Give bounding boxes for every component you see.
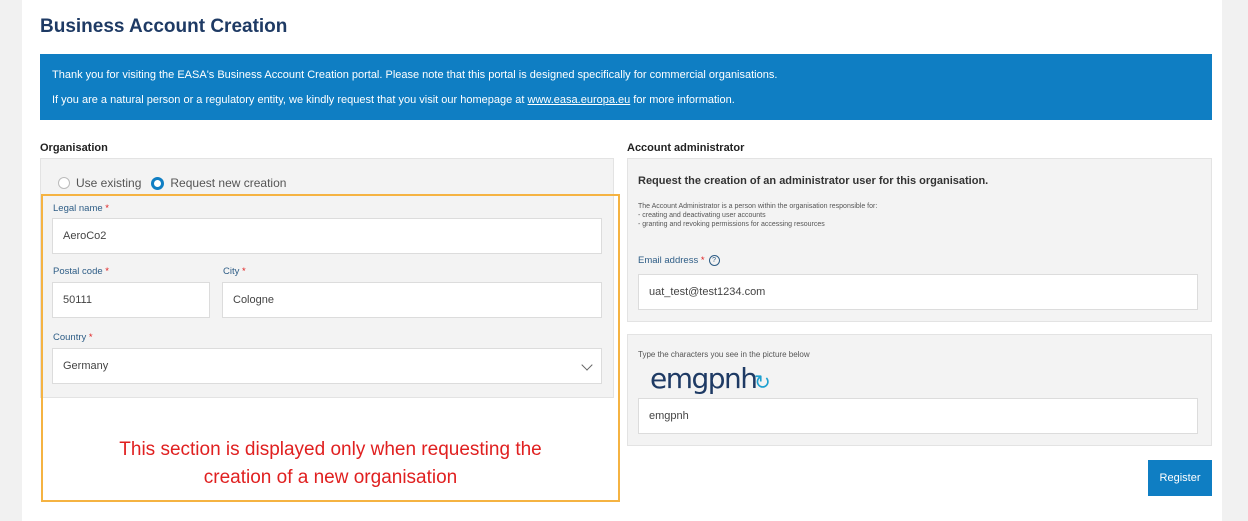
required-marker: *: [700, 255, 705, 267]
captcha-label: Type the characters you see in the pictu…: [638, 350, 810, 359]
page-title: Business Account Creation: [40, 16, 288, 37]
banner-line-2-suffix: for more information.: [630, 94, 735, 106]
use-existing-label[interactable]: Use existing: [76, 176, 141, 190]
refresh-icon[interactable]: ↻: [754, 370, 771, 395]
scrollbar-track[interactable]: [1222, 0, 1248, 521]
use-existing-radio[interactable]: [58, 177, 70, 189]
banner-line-2-text: If you are a natural person or a regulat…: [52, 94, 528, 106]
banner-line-1: Thank you for visiting the EASA's Busine…: [52, 69, 778, 81]
email-label-text: Email address: [638, 255, 699, 267]
help-icon[interactable]: ?: [708, 255, 720, 266]
captcha-image: emgpnh: [650, 362, 758, 395]
callout-line-1: This section is displayed only when requ…: [119, 439, 542, 460]
admin-heading: Request the creation of an administrator…: [638, 175, 989, 187]
easa-homepage-link[interactable]: www.easa.europa.eu: [528, 94, 631, 106]
admin-desc-line-3: - granting and revoking permissions for …: [638, 221, 825, 228]
callout-line-2: creation of a new organisation: [203, 467, 458, 488]
banner-line-2: If you are a natural person or a regulat…: [52, 94, 735, 106]
admin-desc-line-2: - creating and deactivating user account…: [638, 212, 766, 219]
request-new-creation-label[interactable]: Request new creation: [170, 176, 286, 190]
admin-description: The Account Administrator is a person wi…: [638, 202, 877, 229]
email-input[interactable]: uat_test@test1234.com: [638, 274, 1198, 310]
register-button[interactable]: Register: [1148, 460, 1212, 496]
captcha-input[interactable]: emgpnh: [638, 398, 1198, 434]
left-gutter: [0, 0, 22, 521]
organisation-section-label: Organisation: [40, 142, 108, 154]
request-new-creation-radio[interactable]: [151, 176, 165, 190]
admin-section-label: Account administrator: [627, 142, 745, 154]
admin-desc-line-1: The Account Administrator is a person wi…: [638, 203, 878, 210]
email-label: Email address *?: [638, 255, 720, 266]
organisation-mode-radio-group: Use existing Request new creation: [58, 176, 286, 190]
info-banner: Thank you for visiting the EASA's Busine…: [40, 54, 1212, 120]
annotation-callout: This section is displayed only when requ…: [44, 436, 617, 492]
